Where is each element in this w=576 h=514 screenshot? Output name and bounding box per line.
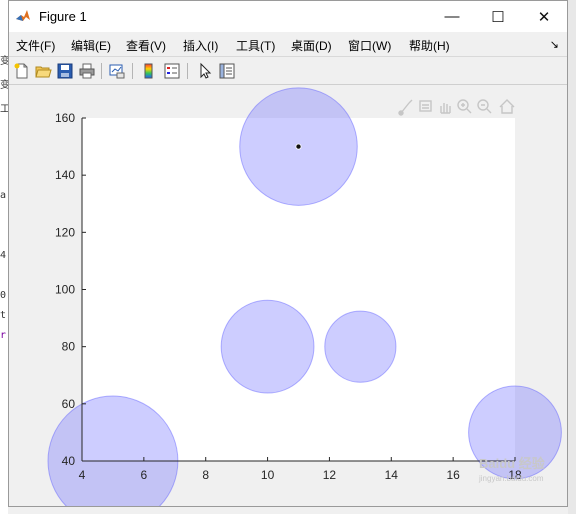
- watermark-url: jingyan.baidu.com: [479, 474, 544, 483]
- y-tick-label: 40: [62, 454, 76, 468]
- x-tick-label: 16: [446, 468, 460, 482]
- x-tick-label: 12: [323, 468, 337, 482]
- x-tick-label: 8: [202, 468, 209, 482]
- watermark: Baidu 经验: [479, 456, 545, 471]
- bg-text: t: [0, 310, 7, 321]
- data-bubble: [220, 299, 315, 394]
- y-tick-label: 80: [62, 340, 76, 354]
- background-editor-strip: 变 变 工 a 4 0 t r: [0, 0, 8, 514]
- data-bubble: [324, 310, 397, 383]
- y-tick-label: 140: [55, 168, 75, 182]
- bg-text: a: [0, 190, 7, 201]
- figure-window: Figure 1 — ☐ ✕ 文件(F) 编辑(E) 查看(V) 插入(I) 工…: [8, 0, 568, 507]
- y-tick-label: 160: [55, 111, 75, 125]
- y-tick-label: 100: [55, 283, 75, 297]
- y-tick-label: 60: [62, 397, 76, 411]
- bg-text: 变: [0, 56, 8, 67]
- x-tick-label: 10: [261, 468, 275, 482]
- bg-text: r: [0, 330, 7, 341]
- bg-text: 4: [0, 250, 7, 261]
- bg-text: 变: [0, 80, 8, 91]
- x-tick-label: 6: [141, 468, 148, 482]
- background-right-strip: [568, 0, 576, 514]
- y-tick-label: 120: [55, 225, 75, 239]
- x-tick-label: 4: [79, 468, 86, 482]
- bg-text: 工: [0, 104, 8, 115]
- data-point-marker: [295, 143, 302, 150]
- bg-text: 0: [0, 290, 7, 301]
- x-tick-label: 14: [385, 468, 399, 482]
- plot-area[interactable]: 4 6 8 10 12 14 16 18 406080100120140160: [9, 1, 567, 506]
